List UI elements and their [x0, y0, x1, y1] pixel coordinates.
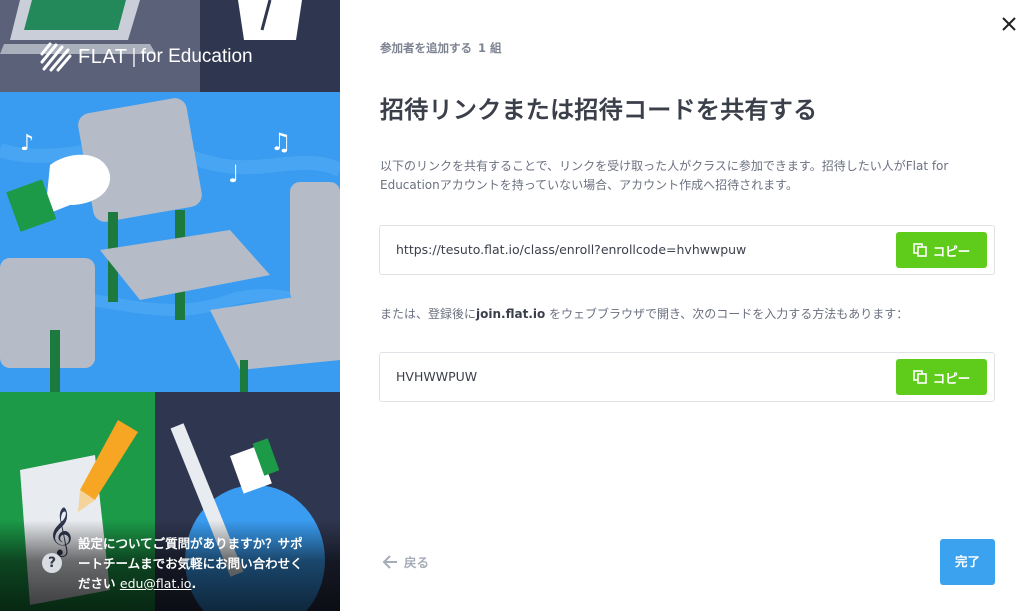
copy-code-label: コピー — [932, 370, 971, 386]
flat-logo-icon — [40, 42, 72, 72]
brand-separator: | — [131, 45, 137, 68]
copy-link-button[interactable]: コピー — [896, 232, 987, 268]
svg-text:♪: ♪ — [20, 131, 34, 156]
description-text: 以下のリンクを共有することで、リンクを受け取った人がクラスに参加できます。招待し… — [380, 159, 949, 192]
back-button[interactable]: 戻る — [382, 552, 429, 571]
brand-name: FLAT — [78, 45, 128, 68]
invite-link-field: https://tesuto.flat.io/class/enroll?enro… — [379, 225, 995, 275]
step-count: 1 組 — [478, 41, 502, 55]
copy-code-button[interactable]: コピー — [896, 359, 987, 395]
help-tail: . — [191, 576, 197, 591]
support-email-link[interactable]: edu@flat.io — [120, 576, 192, 591]
svg-text:♫: ♫ — [270, 128, 292, 156]
invite-link-value[interactable]: https://tesuto.flat.io/class/enroll?enro… — [396, 226, 746, 274]
help-text: 設定についてご質問がありますか？サポートチームまでお気軽にお問い合わせください … — [78, 534, 308, 594]
done-button[interactable]: 完了 — [940, 539, 995, 585]
brand-suffix: for Education — [140, 46, 253, 67]
illustration-panel: ♪ ♩ ♫ 𝄞 FLAT | for Education — [0, 0, 340, 611]
question-icon: ? — [42, 553, 62, 573]
svg-text:♩: ♩ — [228, 160, 239, 188]
close-icon — [1002, 17, 1016, 31]
step-indicator: 参加者を追加する 1 組 — [380, 40, 502, 56]
brand-logo: FLAT | for Education — [38, 42, 253, 72]
alt-prefix: または、登録後に — [380, 307, 477, 321]
copy-link-label: コピー — [932, 243, 971, 259]
back-label: 戻る — [404, 555, 430, 570]
invite-code-field: HVHWWPUW コピー — [379, 352, 995, 402]
alternative-instructions: または、登録後にjoin.flat.io をウェブブラウザで開き、次のコードを入… — [380, 305, 908, 322]
copy-icon — [912, 370, 927, 384]
join-site-link: join.flat.io — [476, 307, 546, 321]
step-label: 参加者を追加する — [380, 41, 472, 55]
arrow-left-icon — [382, 554, 397, 569]
copy-icon — [912, 243, 927, 257]
invite-code-value[interactable]: HVHWWPUW — [396, 353, 477, 401]
alt-suffix: をウェブブラウザで開き、次のコードを入力する方法もあります： — [545, 307, 909, 321]
help-banner: ? 設定についてご質問がありますか？サポートチームまでお気軽にお問い合わせくださ… — [0, 520, 340, 611]
page-title: 招待リンクまたは招待コードを共有する — [380, 96, 818, 124]
close-button[interactable] — [999, 14, 1019, 34]
